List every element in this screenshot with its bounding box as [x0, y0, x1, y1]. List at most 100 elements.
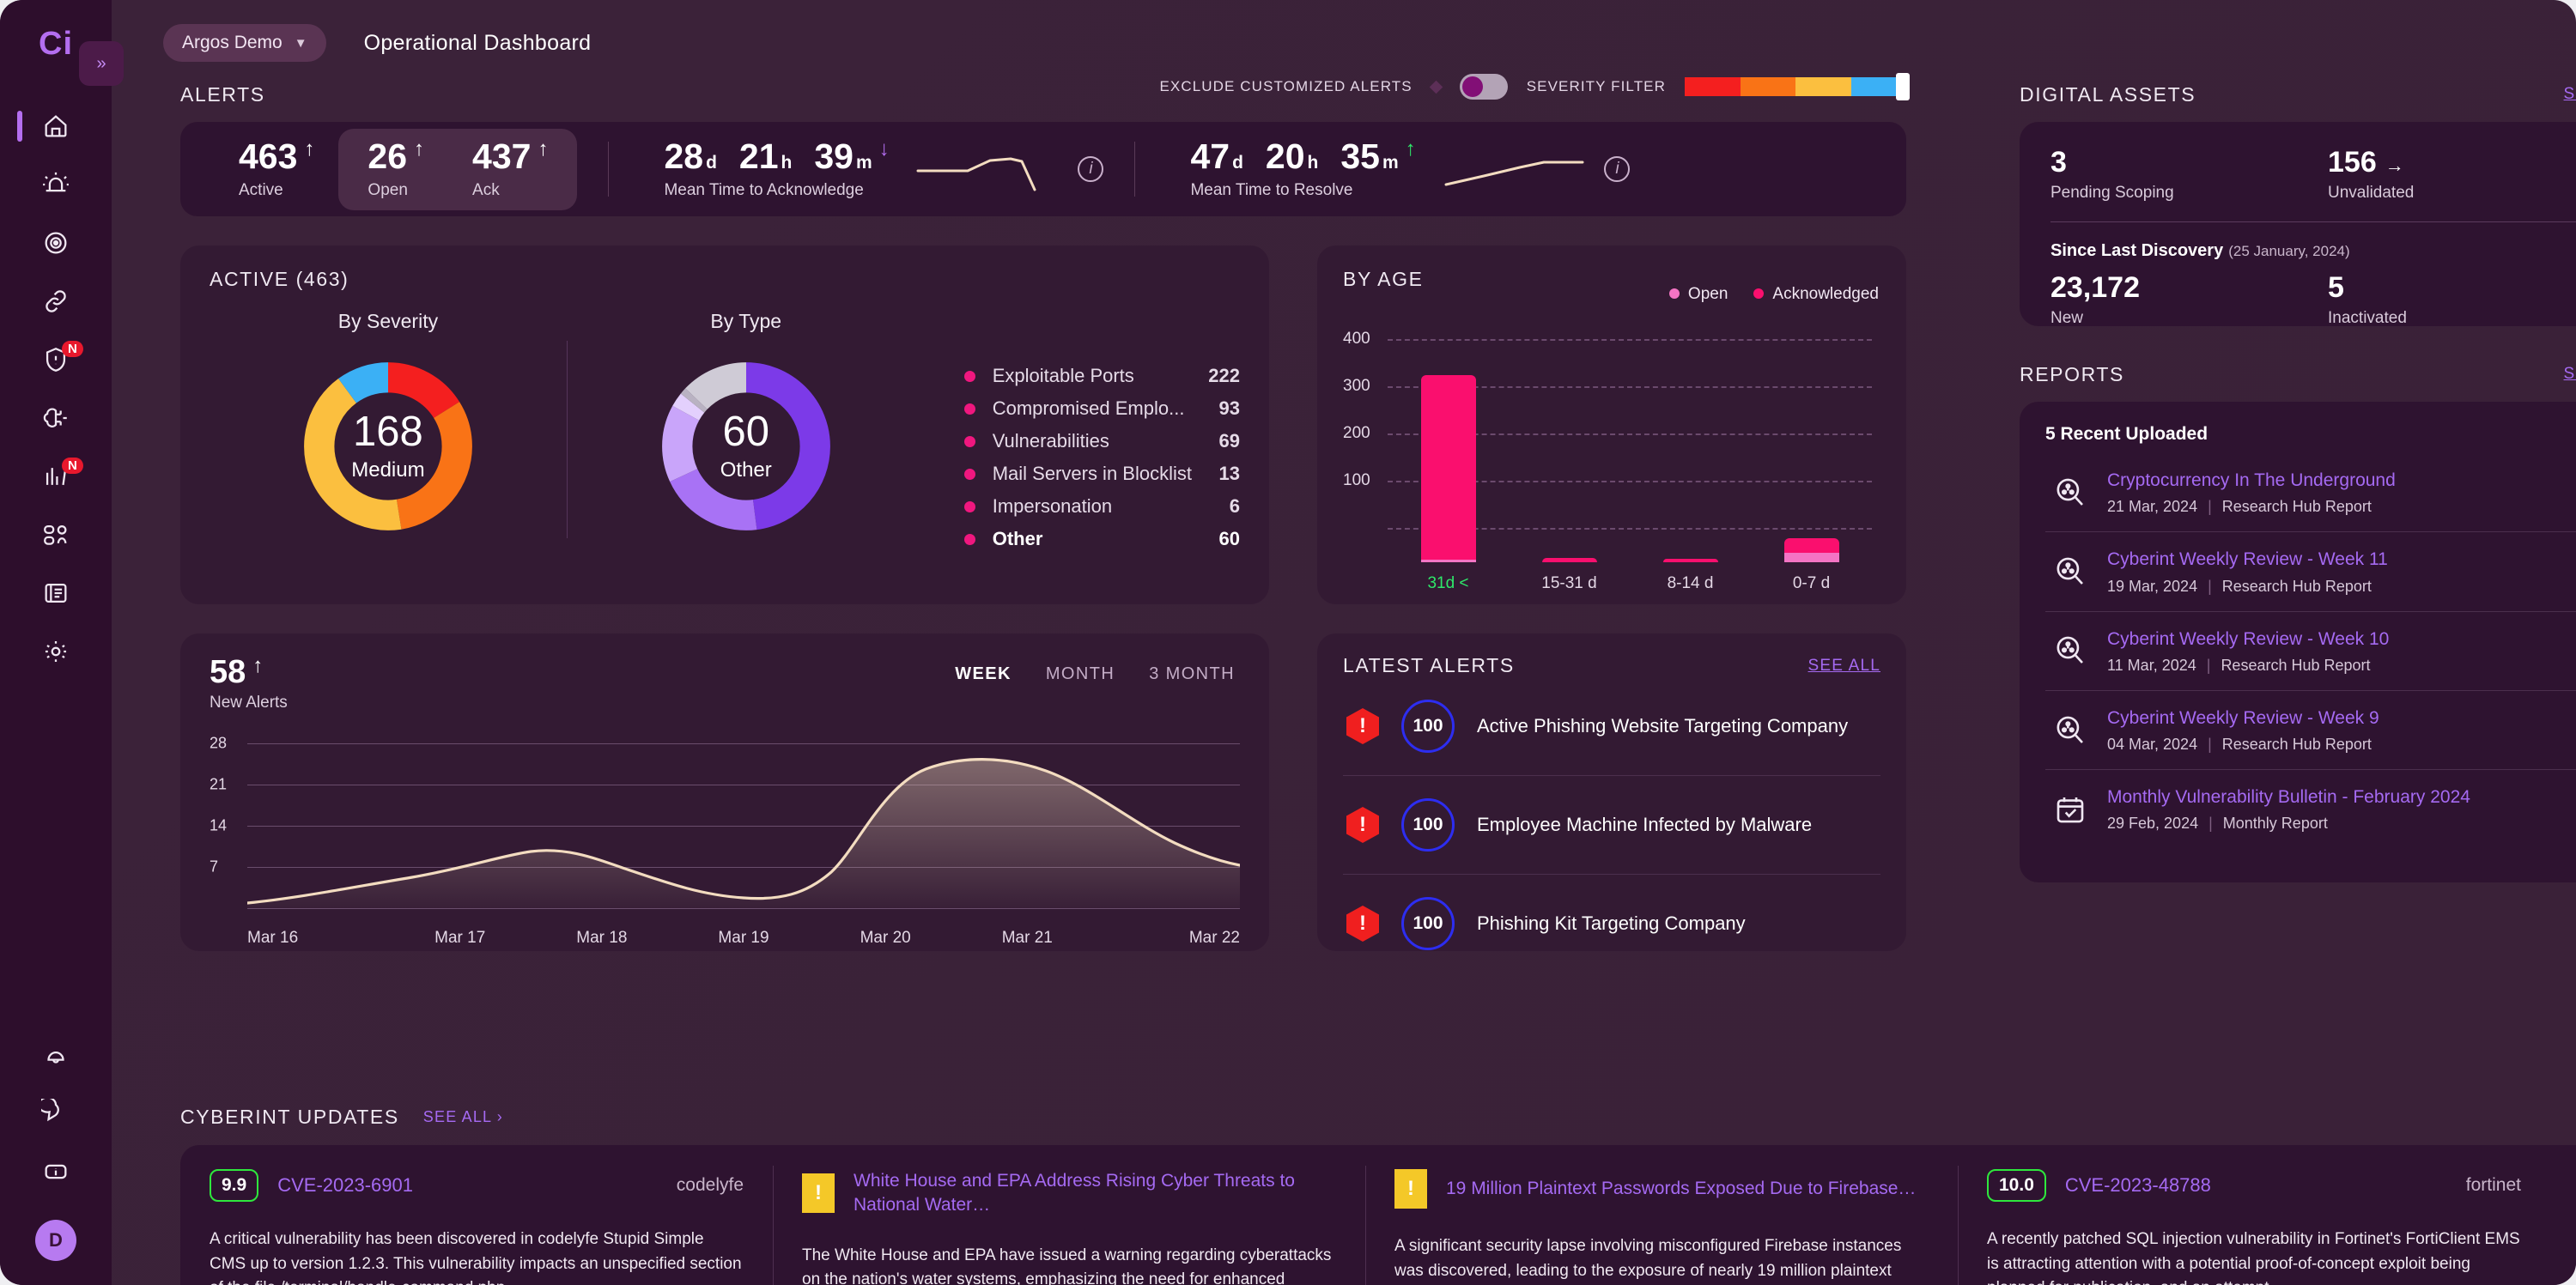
vendor-name: codelyfe: [676, 1175, 744, 1195]
severity-slider-handle[interactable]: [1896, 73, 1910, 100]
mtta-minutes-unit: m: [855, 152, 872, 173]
report-name[interactable]: Monthly Vulnerability Bulletin - Februar…: [2107, 787, 2470, 807]
y-tick-300: 300: [1343, 377, 1370, 395]
severity-donut[interactable]: 168 Medium: [297, 355, 479, 537]
list-item[interactable]: ! 100 Phishing Kit Targeting Company: [1343, 874, 1880, 973]
update-card[interactable]: 10.0 CVE-2023-48788 fortinet A recently …: [1958, 1145, 2550, 1285]
stat-inactivated[interactable]: 5 Inactivated: [2328, 273, 2576, 328]
cve-id[interactable]: CVE-2023-6901: [277, 1174, 413, 1197]
kpi-ack[interactable]: 437 ↑ Ack: [448, 138, 572, 200]
list-item[interactable]: Cyberint Weekly Review - Week 9 04 Mar, …: [2045, 689, 2576, 769]
kpi-open-label: Open: [368, 180, 408, 199]
sidebar-item-home[interactable]: [0, 97, 112, 155]
sidebar-item-reports[interactable]: [0, 564, 112, 622]
sidebar-item-phishing[interactable]: [0, 389, 112, 447]
legend-item[interactable]: Mail Servers in Blocklist 13: [963, 458, 1240, 490]
tab-month[interactable]: MONTH: [1046, 664, 1115, 684]
cve-id[interactable]: CVE-2023-48788: [2065, 1174, 2211, 1197]
chevron-down-icon: ▼: [294, 35, 307, 51]
critical-severity-icon: !: [1346, 807, 1379, 843]
carousel-next-button[interactable]: ›: [2561, 1281, 2576, 1285]
by-type-chart: By Type 60 Other: [568, 310, 925, 555]
legend-item[interactable]: Other 60: [963, 523, 1240, 555]
legend-item[interactable]: Impersonation 6: [963, 490, 1240, 523]
sidebar-item-attack-surface[interactable]: [0, 272, 112, 330]
sidebar-item-users[interactable]: [0, 506, 112, 564]
list-item[interactable]: Cyberint Weekly Review - Week 10 11 Mar,…: [2045, 610, 2576, 690]
tab-3month[interactable]: 3 MONTH: [1149, 664, 1235, 684]
update-headline[interactable]: 19 Million Plaintext Passwords Exposed D…: [1446, 1177, 1916, 1201]
by-type-title: By Type: [710, 310, 782, 332]
type-donut[interactable]: 60 Other: [655, 355, 837, 537]
avatar[interactable]: D: [35, 1220, 76, 1261]
bar-slot-0-7d[interactable]: [1751, 373, 1872, 562]
update-card[interactable]: ! White House and EPA Address Rising Cyb…: [773, 1145, 1365, 1285]
report-name[interactable]: Cyberint Weekly Review - Week 10: [2107, 629, 2389, 649]
severity-donut-center: 168 Medium: [297, 355, 479, 537]
list-item[interactable]: ! 100 Active Phishing Website Targeting …: [1343, 677, 1880, 775]
bar-acknowledged: [1541, 558, 1597, 562]
x-tick-mar18: Mar 18: [576, 929, 628, 947]
x-tick-mar17: Mar 17: [434, 929, 486, 947]
list-item[interactable]: Monthly Vulnerability Bulletin - Februar…: [2045, 769, 2576, 848]
y-tick-7: 7: [210, 858, 219, 876]
sidebar-item-settings[interactable]: [0, 622, 112, 681]
legend-item[interactable]: Exploitable Ports 222: [963, 360, 1240, 392]
report-name[interactable]: Cryptocurrency In The Underground: [2107, 470, 2396, 490]
stat-pending-scoping[interactable]: 3 Pending Scoping: [2050, 148, 2328, 203]
update-card[interactable]: 9.9 CVE-2023-6901 codelyfe A critical vu…: [180, 1145, 773, 1285]
exclude-customized-toggle[interactable]: [1459, 74, 1508, 100]
list-item[interactable]: Cryptocurrency In The Underground 21 Mar…: [2045, 453, 2576, 531]
org-selector[interactable]: Argos Demo ▼: [163, 24, 326, 62]
type-donut-center: 60 Other: [655, 355, 837, 537]
severity-filter-slider[interactable]: [1685, 73, 1910, 100]
kpi-active[interactable]: 463 ↑ Active: [215, 138, 338, 200]
sidebar-item-info[interactable]: [0, 1143, 112, 1201]
sidebar-item-support-chat[interactable]: [0, 1084, 112, 1143]
stat-new[interactable]: 23,172 New: [2050, 273, 2328, 328]
research-magnifier-icon: [2052, 554, 2088, 590]
report-date: 04 Mar, 2024: [2107, 736, 2198, 754]
critical-severity-icon: !: [1346, 708, 1379, 744]
stat-unvalidated[interactable]: 156 → Unvalidated: [2328, 148, 2576, 203]
tab-week[interactable]: WEEK: [955, 664, 1012, 684]
sidebar-item-alerts[interactable]: [0, 155, 112, 214]
sidebar-item-vulnerabilities[interactable]: N: [0, 330, 112, 389]
bar-slot-8-14d[interactable]: [1630, 373, 1751, 562]
kpi-open[interactable]: 26 ↑ Open: [343, 138, 448, 200]
sidebar-item-notifications[interactable]: [0, 1026, 112, 1084]
sidebar-expand-button[interactable]: »: [79, 41, 124, 86]
legend-dot-icon: [963, 500, 975, 512]
sidebar-item-threat-intel[interactable]: [0, 214, 112, 272]
legend-dot-icon: [963, 370, 975, 382]
by-age-panel: BY AGE Open Acknowledged 400 300 200 100: [1317, 245, 1906, 604]
reports-see-all[interactable]: SEE ALL: [2564, 365, 2576, 384]
y-tick-28: 28: [210, 734, 228, 752]
bar-slot-15-31d[interactable]: [1509, 373, 1630, 562]
report-name[interactable]: Cyberint Weekly Review - Week 11: [2107, 549, 2388, 569]
latest-alerts-see-all[interactable]: SEE ALL: [1808, 657, 1880, 676]
mtta-info-icon[interactable]: i: [1078, 156, 1104, 182]
update-headline[interactable]: White House and EPA Address Rising Cyber…: [854, 1169, 1336, 1218]
list-item[interactable]: Cyberint Weekly Review - Week 11 19 Mar,…: [2045, 531, 2576, 610]
critical-severity-icon: !: [1346, 906, 1379, 942]
bar-group: [1388, 373, 1872, 562]
sidebar-item-analytics[interactable]: N: [0, 447, 112, 506]
x-tick-1: 15-31 d: [1541, 574, 1597, 592]
list-item[interactable]: ! 100 Employee Machine Infected by Malwa…: [1343, 775, 1880, 874]
update-card[interactable]: ! 19 Million Plaintext Passwords Exposed…: [1365, 1145, 1958, 1285]
since-label: Since Last Discovery: [2050, 241, 2224, 260]
report-name[interactable]: Cyberint Weekly Review - Week 9: [2107, 708, 2379, 728]
digital-assets-see-all[interactable]: SEE ALL: [2564, 85, 2576, 104]
mttr-info-icon[interactable]: i: [1604, 156, 1631, 182]
updates-see-all[interactable]: SEE ALL ›: [423, 1108, 503, 1126]
new-alerts-panel: 58 ↑ New Alerts WEEK MONTH 3 MONTH 28 21 …: [180, 633, 1269, 951]
row-line-latest: 58 ↑ New Alerts WEEK MONTH 3 MONTH 28 21 …: [180, 633, 1906, 951]
legend-item[interactable]: Vulnerabilities 69: [963, 425, 1240, 458]
kpi-mtta: 28 d 21 h 39 m ↓ Mean Time to Acknowledge: [640, 138, 914, 200]
chevron-right-icon: ›: [496, 1107, 503, 1125]
legend-item[interactable]: Compromised Emplo... 93: [963, 392, 1240, 425]
legend-label: Vulnerabilities: [992, 430, 1109, 452]
bar-slot-31d[interactable]: [1388, 373, 1509, 562]
left-column: ALERTS EXCLUDE CUSTOMIZED ALERTS SEVERIT…: [180, 72, 1910, 951]
